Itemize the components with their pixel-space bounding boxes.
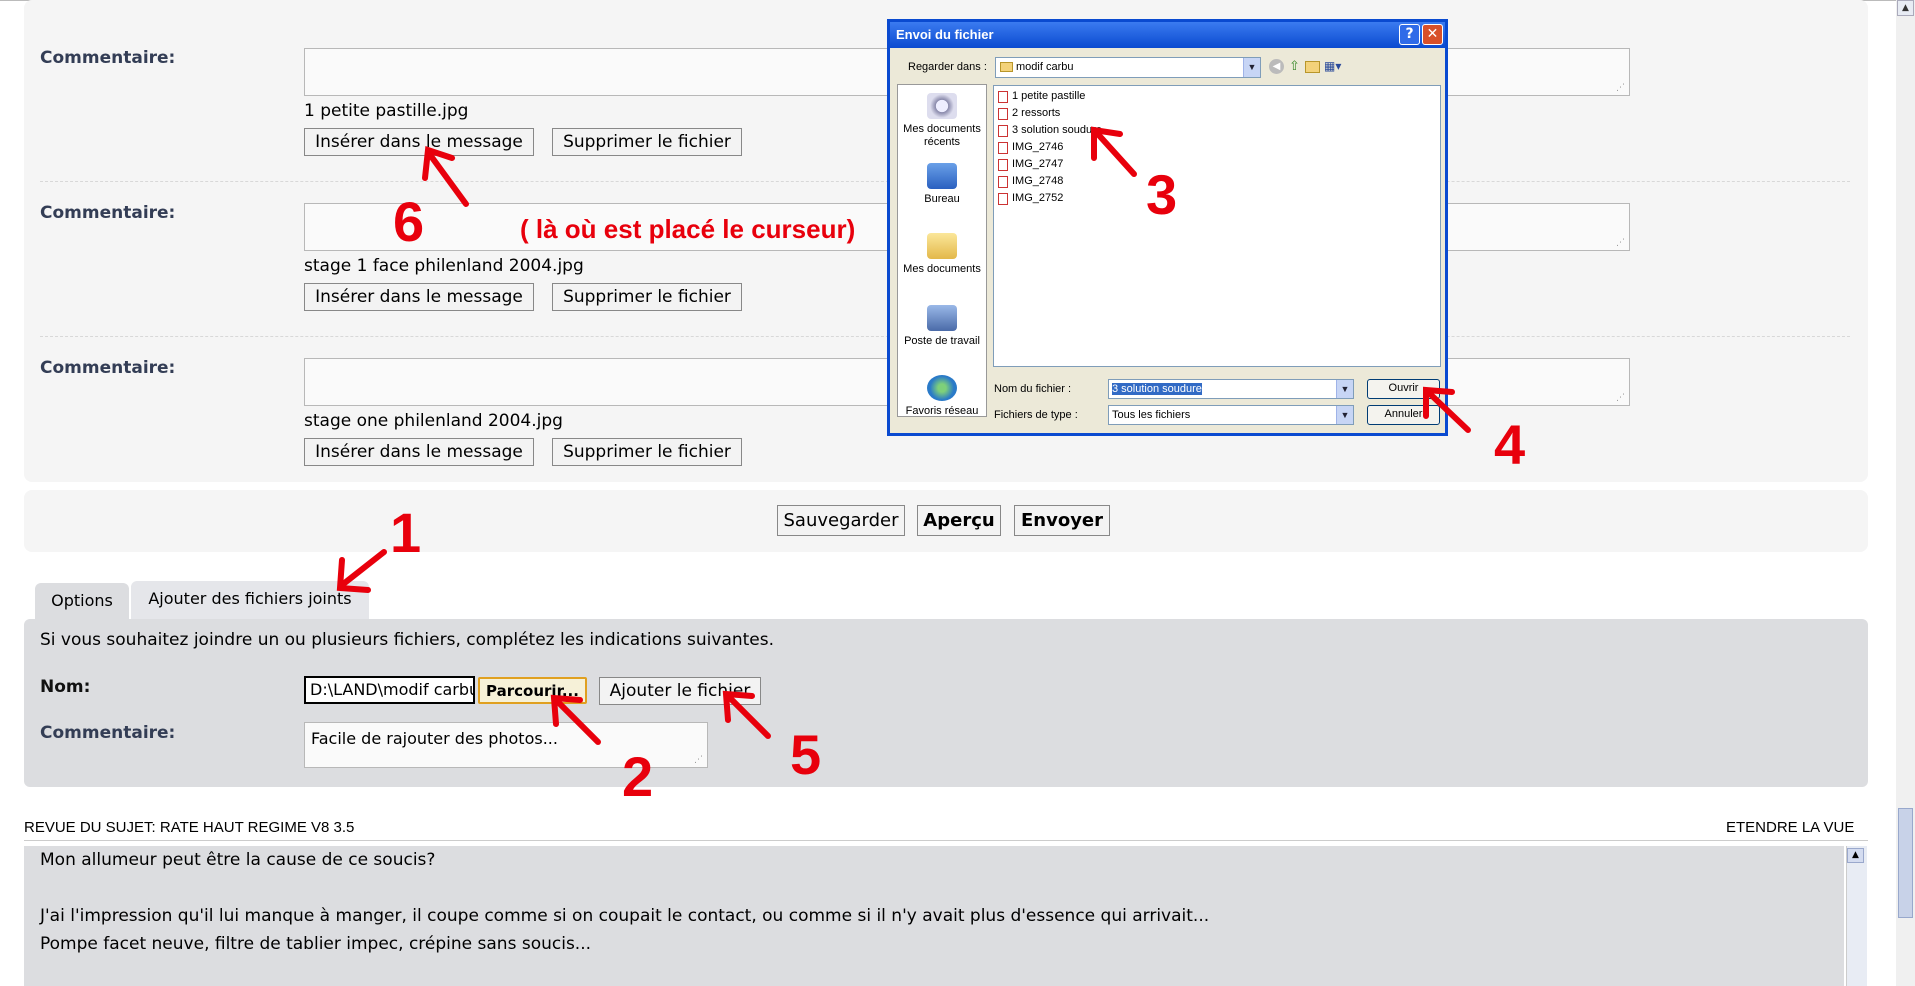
- annotation-arrows: [336, 126, 1471, 745]
- arrow-4: [1425, 389, 1471, 433]
- annotation-1: 1: [390, 501, 422, 564]
- annotation-4: 4: [1494, 413, 1526, 476]
- annotation-2: 2: [622, 745, 654, 808]
- arrow-1: [339, 549, 387, 588]
- arrow-5: [725, 693, 771, 739]
- annotation-5: 5: [790, 723, 822, 786]
- arrow-6: [425, 149, 469, 207]
- annotation-6: 6: [393, 190, 425, 253]
- annotation-3: 3: [1146, 163, 1178, 226]
- arrow-2: [553, 697, 601, 745]
- arrow-3: [1093, 129, 1137, 177]
- annotation-6-note: ( là où est placé le curseur): [520, 214, 856, 244]
